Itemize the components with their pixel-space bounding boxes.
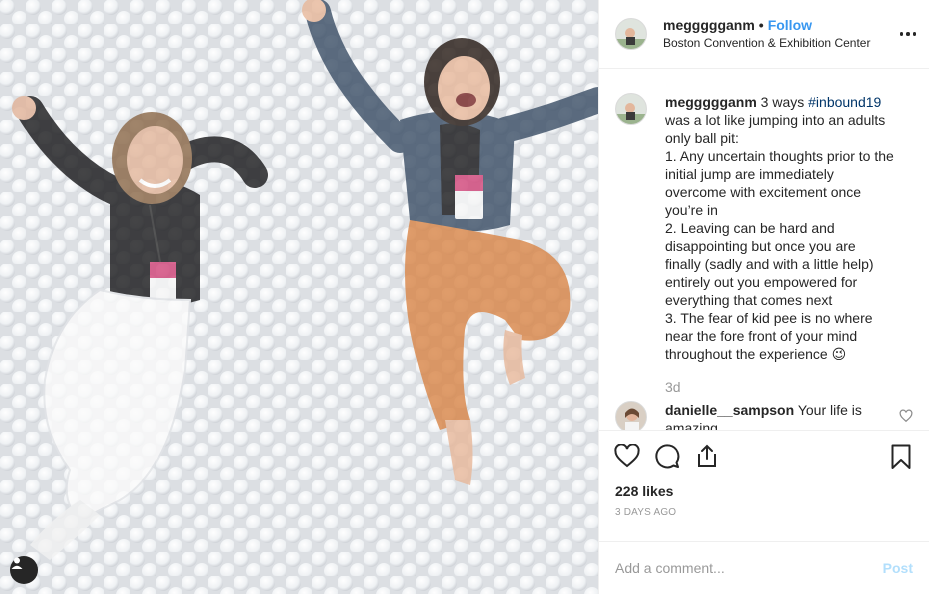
caption-time-ago[interactable]: 3d bbox=[665, 379, 913, 395]
post-header: meggggganm • Follow Boston Convention & … bbox=[599, 0, 929, 69]
hashtag-link[interactable]: #inbound19 bbox=[808, 94, 881, 110]
add-comment-input[interactable] bbox=[615, 560, 883, 576]
caption-avatar[interactable] bbox=[615, 93, 647, 125]
post-date[interactable]: 3 DAYS AGO bbox=[599, 507, 929, 525]
caption-line: throughout the experience 😉 bbox=[665, 346, 847, 362]
avatar-image bbox=[616, 19, 646, 49]
caption-username[interactable]: meggggganm bbox=[665, 94, 757, 110]
tagged-users-button[interactable] bbox=[10, 556, 38, 584]
more-options-icon[interactable] bbox=[897, 24, 919, 44]
separator-dot: • bbox=[758, 17, 764, 33]
post-comment-button[interactable]: Post bbox=[883, 560, 913, 576]
caption-line: you’re in bbox=[665, 202, 718, 218]
comment-item: danielle__sampson Your life is amazing bbox=[615, 401, 913, 430]
caption-line: was a lot like jumping into an adults bbox=[665, 112, 886, 128]
commenter-username[interactable]: danielle__sampson bbox=[665, 402, 794, 418]
caption-line: 3 ways bbox=[760, 94, 805, 110]
caption-line: overcome with excitement once bbox=[665, 184, 862, 200]
caption-line: finally (sadly and with a little help) bbox=[665, 256, 874, 272]
caption-line: entirely out you empowered for bbox=[665, 274, 858, 290]
save-button[interactable] bbox=[881, 437, 921, 477]
post-sidebar: meggggganm • Follow Boston Convention & … bbox=[598, 0, 929, 594]
share-button[interactable] bbox=[687, 436, 727, 476]
avatar-image bbox=[616, 94, 646, 124]
avatar-image bbox=[616, 402, 646, 430]
follow-button[interactable]: Follow bbox=[768, 16, 812, 34]
caption-line: near the fore front of your mind bbox=[665, 328, 858, 344]
likes-count[interactable]: 228 likes bbox=[599, 479, 929, 503]
avatar[interactable] bbox=[615, 18, 647, 50]
header-username[interactable]: meggggganm bbox=[663, 16, 755, 34]
caption-line: everything that comes next bbox=[665, 292, 833, 308]
caption-comment: meggggganm 3 ways #inbound19 was a lot l… bbox=[615, 93, 913, 363]
commenter-avatar[interactable] bbox=[615, 401, 647, 430]
caption-line: 3. The fear of kid pee is no where bbox=[665, 310, 873, 326]
post-photo[interactable] bbox=[0, 0, 598, 594]
caption-text: meggggganm 3 ways #inbound19 was a lot l… bbox=[665, 93, 913, 363]
caption-line: 2. Leaving can be hard and bbox=[665, 220, 835, 236]
bookmark-icon bbox=[891, 444, 911, 469]
instagram-post: meggggganm • Follow Boston Convention & … bbox=[0, 0, 929, 594]
caption-line: only ball pit: bbox=[665, 130, 739, 146]
caption-line: 1. Any uncertain thoughts prior to the bbox=[665, 148, 894, 164]
action-bar bbox=[599, 430, 929, 481]
heart-icon bbox=[614, 444, 640, 468]
caption-line: initial jump are immediately bbox=[665, 166, 834, 182]
like-button[interactable] bbox=[607, 436, 647, 476]
comment-button[interactable] bbox=[647, 436, 687, 476]
comment-icon bbox=[655, 444, 680, 469]
add-comment-bar: Post bbox=[599, 541, 929, 594]
comment-like-icon[interactable] bbox=[899, 409, 913, 423]
ball-pit-photo bbox=[0, 0, 598, 594]
location-link[interactable]: Boston Convention & Exhibition Center bbox=[663, 34, 870, 52]
caption-line: disappointing but once you are bbox=[665, 238, 856, 254]
comments-section: meggggganm 3 ways #inbound19 was a lot l… bbox=[599, 69, 929, 430]
user-icon bbox=[11, 557, 23, 569]
share-icon bbox=[698, 444, 716, 467]
